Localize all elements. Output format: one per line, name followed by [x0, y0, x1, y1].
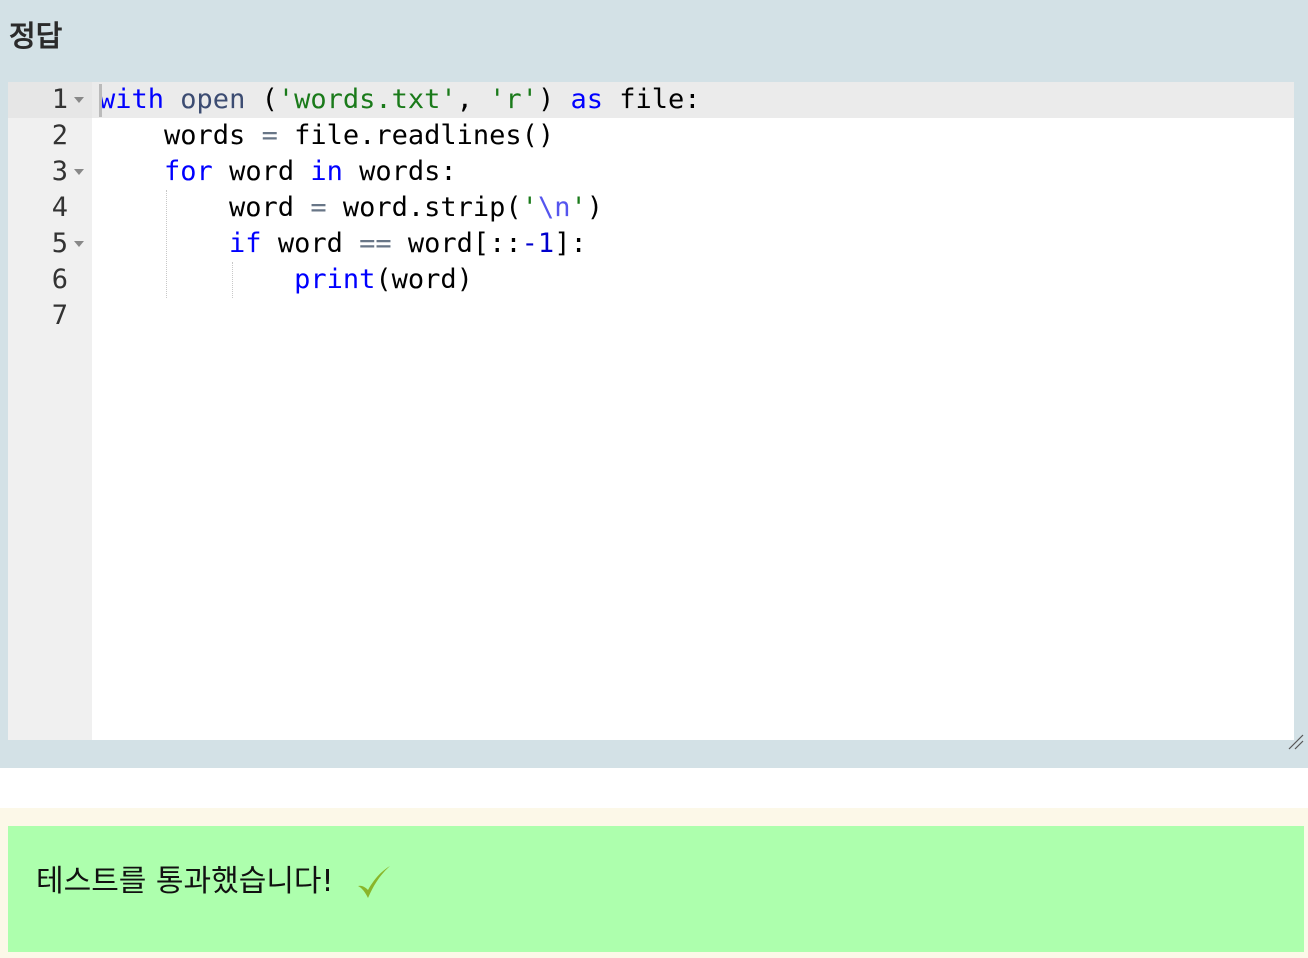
- test-result-banner: 테스트를 통과했습니다!: [8, 826, 1304, 952]
- code-line[interactable]: if word == word[::-1]:: [99, 226, 587, 262]
- line-number-label: 4: [51, 192, 68, 223]
- code-token: word: [212, 156, 311, 187]
- code-token: ,: [456, 84, 490, 115]
- code-token: if: [229, 228, 262, 259]
- code-line[interactable]: print(word): [99, 262, 473, 298]
- line-number-label: 6: [51, 264, 68, 295]
- code-token: file:: [602, 84, 701, 115]
- result-area: 테스트를 통과했습니다!: [0, 808, 1308, 958]
- code-token: (: [245, 84, 278, 115]
- code-token: ): [537, 84, 571, 115]
- fold-arrow-icon[interactable]: [74, 169, 84, 175]
- line-number: 6: [8, 262, 68, 298]
- code-line[interactable]: with open ('words.txt', 'r') as file:: [99, 82, 701, 118]
- code-line[interactable]: word = word.strip('\n'): [99, 190, 603, 226]
- code-token: words:: [342, 156, 457, 187]
- code-token: =: [310, 192, 327, 223]
- line-number: 3: [8, 154, 68, 190]
- code-token: 'r': [489, 84, 538, 115]
- code-token: ': [570, 192, 587, 223]
- code-token: ): [586, 192, 603, 223]
- code-token: word.strip(: [326, 192, 522, 223]
- code-token: words: [99, 120, 262, 151]
- resize-handle-icon[interactable]: [1286, 732, 1304, 750]
- line-number: 5: [8, 226, 68, 262]
- code-token: word: [261, 228, 360, 259]
- code-token: -1: [521, 228, 555, 259]
- line-number: 7: [8, 298, 68, 334]
- line-number-label: 5: [51, 228, 68, 259]
- code-token: 'words.txt': [277, 84, 457, 115]
- line-number: 2: [8, 118, 68, 154]
- code-token: in: [310, 156, 343, 187]
- answer-title: 정답: [9, 19, 63, 53]
- line-number-label: 7: [51, 300, 68, 331]
- code-token: ==: [359, 228, 392, 259]
- line-number-gutter: 1 2 3 4 5 6 7: [8, 82, 92, 740]
- code-token: =: [261, 120, 278, 151]
- code-token: file.readlines(): [277, 120, 555, 151]
- code-line[interactable]: words = file.readlines(): [99, 118, 554, 154]
- text-cursor: [99, 84, 102, 117]
- code-token: print: [294, 264, 376, 295]
- code-token: ': [521, 192, 538, 223]
- indent-guide: [232, 262, 233, 298]
- code-token: \n: [537, 192, 571, 223]
- line-number-label: 1: [51, 84, 68, 115]
- code-token: (word): [375, 264, 473, 295]
- answer-panel: 정답 1 2 3 4 5 6 7 with open ('words.txt', 'r') …: [0, 0, 1308, 768]
- code-line[interactable]: for word in words:: [99, 154, 457, 190]
- code-token: ]:: [554, 228, 587, 259]
- code-token: for: [164, 156, 213, 187]
- code-token: word[::: [391, 228, 522, 259]
- line-number: 4: [8, 190, 68, 226]
- code-token: with: [99, 84, 165, 115]
- indent-guide: [166, 190, 167, 298]
- fold-arrow-icon[interactable]: [74, 97, 84, 103]
- checkmark-icon: [358, 866, 390, 898]
- code-token: as: [570, 84, 603, 115]
- line-number-label: 2: [51, 120, 68, 151]
- fold-arrow-icon[interactable]: [74, 241, 84, 247]
- test-result-message: 테스트를 통과했습니다!: [36, 864, 334, 899]
- code-token: word: [99, 192, 311, 223]
- code-editor[interactable]: 1 2 3 4 5 6 7 with open ('words.txt', 'r') as …: [8, 82, 1294, 740]
- line-number-label: 3: [51, 156, 68, 187]
- code-token: open: [180, 84, 246, 115]
